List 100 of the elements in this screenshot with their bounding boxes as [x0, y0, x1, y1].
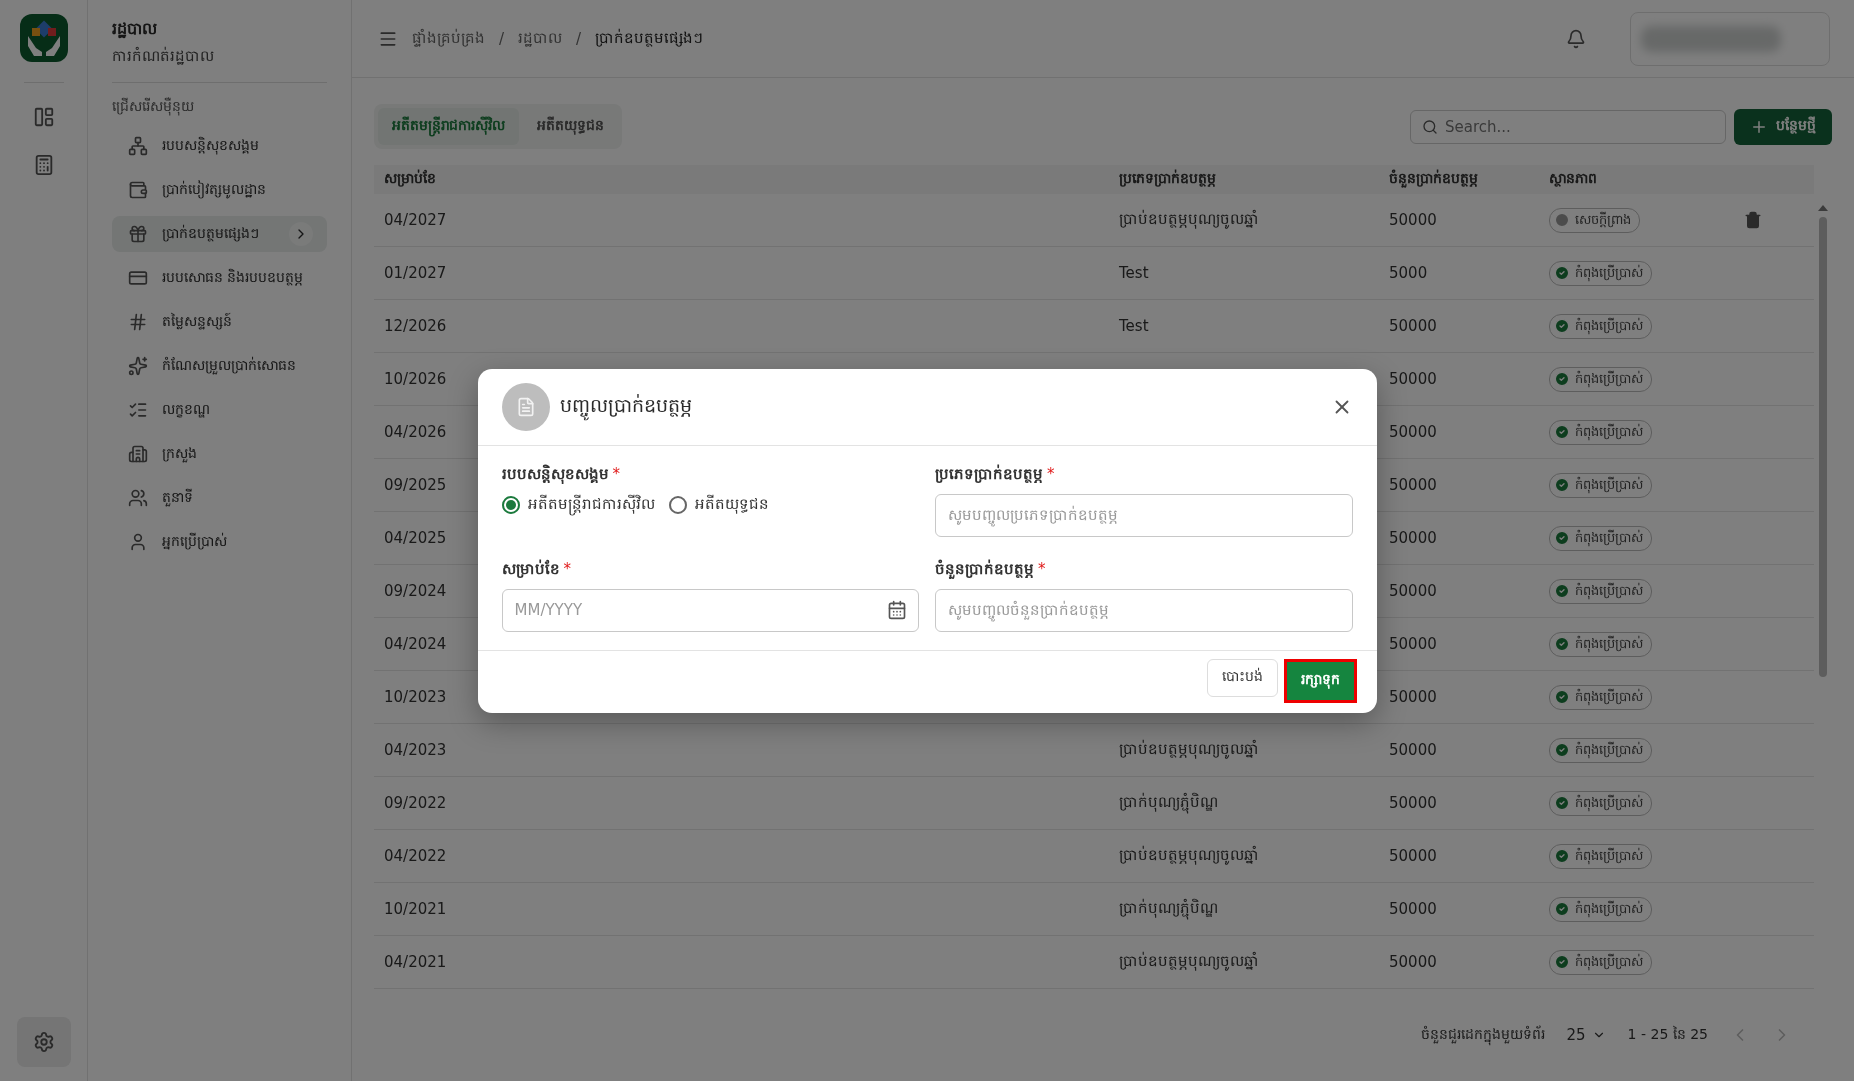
table-cell-text: 50000: [1389, 635, 1438, 653]
bell-icon: [1566, 28, 1586, 49]
table-cell-text: 04/2022: [384, 847, 448, 865]
field-label: របបសន្តិសុខសង្គម: [501, 463, 609, 486]
breadcrumb-link[interactable]: រដ្ឋបាល: [518, 27, 563, 50]
menu-item-icon: [128, 444, 148, 464]
menu-item-icon: [128, 268, 148, 288]
status-badge: កំពុងប្រើប្រាស់: [1549, 790, 1652, 816]
radio-option[interactable]: អតីតមន្ត្រីរាជការស៊ីវិល: [501, 493, 655, 516]
sidebar-item[interactable]: អ្នកប្រើប្រាស់: [112, 524, 327, 560]
check-icon: [1554, 795, 1570, 811]
input-field[interactable]: សូមបញ្ចូលប្រភេទប្រាក់ឧបត្ថម្ភ: [935, 493, 1353, 537]
menu-item-icon: [128, 488, 148, 508]
status-badge: កំពុងប្រើប្រាស់: [1549, 843, 1652, 869]
search-field[interactable]: Search...: [1410, 109, 1726, 144]
table-cell-text: 50000: [1389, 847, 1438, 865]
table-cell-text: 10/2023: [384, 688, 448, 706]
status-badge: កំពុងប្រើប្រាស់: [1549, 684, 1652, 710]
trash-icon: [1744, 211, 1762, 229]
table-cell-text: 04/2025: [384, 529, 448, 547]
table-cell-text: 01/2027: [384, 264, 448, 282]
menu-item-icon: [128, 400, 148, 420]
save-button[interactable]: រក្សាទុក: [1283, 658, 1357, 703]
table-cell-text: 50000: [1389, 953, 1438, 971]
check-icon: [1554, 371, 1570, 387]
table-cell-text: 50000: [1389, 370, 1438, 388]
table-cell-text: ប្រាប់ឧបត្ថម្ភបុណ្យចូលឆ្នាំ: [1119, 951, 1260, 973]
table-cell-text: Test: [1119, 264, 1150, 282]
layout-icon: [32, 106, 55, 128]
breadcrumb-separator: /: [499, 29, 505, 48]
check-icon: [1554, 265, 1570, 281]
scrollbar-thumb[interactable]: [1819, 217, 1827, 677]
sidebar-item[interactable]: របបសន្តិសុខសង្គម: [112, 128, 327, 164]
scroll-up-icon[interactable]: [1818, 205, 1828, 211]
status-badge: កំពុងប្រើប្រាស់: [1549, 366, 1652, 392]
status-badge: កំពុងប្រើប្រាស់: [1549, 896, 1652, 922]
sidebar-item[interactable]: ក្រសួង: [112, 436, 327, 472]
table-cell-text: 04/2026: [384, 423, 448, 441]
status-badge: កំពុងប្រើប្រាស់: [1549, 631, 1652, 657]
field-label: ចំនួនប្រាក់ឧបត្ថម្ភ: [935, 558, 1034, 581]
status-badge: កំពុងប្រើប្រាស់: [1549, 578, 1652, 604]
check-icon: [1554, 530, 1570, 546]
table-cell-text: 04/2024: [384, 635, 448, 653]
date-field[interactable]: MM/YYYY: [501, 588, 919, 632]
sidebar-item[interactable]: កំណែសម្រួលប្រាក់សោធន: [112, 348, 327, 384]
table-cell-text: 50000: [1389, 688, 1438, 706]
menu-item-icon: [128, 224, 148, 244]
menu-item-icon: [128, 312, 148, 332]
table-cell-text: 50000: [1389, 741, 1438, 759]
check-icon: [1554, 742, 1570, 758]
status-badge: សេចក្តីព្រាង: [1549, 207, 1640, 233]
sidebar-item[interactable]: តួនាទី: [112, 480, 327, 516]
check-icon: [1554, 318, 1570, 334]
dialog-title: បញ្ចូលប្រាក់ឧបត្ថម្ភ: [559, 392, 1321, 421]
rows-per-page-select[interactable]: 25: [1566, 1026, 1606, 1044]
calendar-icon[interactable]: [887, 600, 907, 620]
sidebar-item[interactable]: ប្រាក់ឧបត្ថមផ្សេងៗ: [112, 216, 327, 252]
field-label: ប្រភេទប្រាក់ឧបត្ថម្ភ: [935, 463, 1043, 485]
cancel-button[interactable]: បោះបង់: [1206, 658, 1278, 697]
input-field[interactable]: សូមបញ្ចូលចំនួនប្រាក់ឧបត្ថម្ភ: [935, 588, 1353, 632]
chevron-icon: [289, 222, 313, 246]
table-cell-text: 10/2026: [384, 370, 448, 388]
rows-per-page-label: ចំនួនជួរដេកក្នុងមួយទំព័រ: [1420, 1024, 1545, 1046]
breadcrumb-link[interactable]: ផ្ទាំងគ្រប់គ្រង: [412, 27, 485, 50]
add-button[interactable]: បន្ថែមថ្មី: [1734, 108, 1832, 145]
table-cell-text: 50000: [1389, 900, 1438, 918]
table-cell-text: 50000: [1389, 529, 1438, 547]
table-cell-text: 5000: [1389, 264, 1429, 282]
table-cell-text: 09/2025: [384, 476, 448, 494]
table-cell-text: ប្រាប់ឧបត្ថម្ភបុណ្យចូលឆ្នាំ: [1119, 739, 1260, 761]
table-cell-text: 04/2027: [384, 211, 448, 229]
table-cell-text: 50000: [1389, 582, 1438, 600]
check-icon: [1554, 424, 1570, 440]
required-mark: *: [563, 559, 571, 578]
settings-button[interactable]: [16, 1017, 71, 1067]
table-cell-text: ប្រាប់ឧបត្ថម្ភបុណ្យចូលឆ្នាំ: [1119, 845, 1260, 867]
table-cell: ប្រាក់បុណ្យភ្ជុំបិណ្ឌ: [1119, 898, 1389, 920]
app-title: រដ្ឋបាល: [112, 18, 158, 41]
status-badge: កំពុងប្រើប្រាស់: [1549, 949, 1652, 975]
sidebar-item[interactable]: លក្ខខណ្ឌ: [112, 392, 327, 428]
menu-item-icon: [128, 180, 148, 200]
table-cell-text: 04/2023: [384, 741, 448, 759]
tab[interactable]: អតីតយុទ្ធជន: [523, 108, 618, 145]
logo: [19, 14, 68, 62]
column-header: ប្រភេទប្រាក់ឧបត្ថម្ភ: [1119, 169, 1217, 189]
check-icon: [1554, 689, 1570, 705]
status-badge: កំពុងប្រើប្រាស់: [1549, 313, 1652, 339]
page-range: 1 - 25 នៃ 25: [1627, 1024, 1708, 1044]
table-cell-text: 50000: [1389, 476, 1438, 494]
table-cell-text: ប្រាប់ឧបត្ថម្ភបុណ្យចូលឆ្នាំ: [1119, 209, 1260, 231]
required-mark: *: [1047, 464, 1055, 483]
table-cell-text: 50000: [1389, 211, 1438, 229]
sidebar-item[interactable]: របបសោធន និងរបបឧបត្ថម្ភ: [112, 260, 327, 296]
tab[interactable]: អតីតមន្ត្រីរាជការស៊ីវិល: [378, 108, 519, 145]
notifications-button[interactable]: [1566, 28, 1586, 49]
radio-option[interactable]: អតីតយុទ្ធជន: [668, 493, 769, 516]
sidebar-item[interactable]: ប្រាក់បៀវត្សមូលដ្ឋាន: [112, 172, 327, 208]
sidebar-item[interactable]: តម្លៃសន្ទស្សន៍: [112, 304, 327, 340]
field-label: សម្រាប់ខែ: [501, 558, 560, 580]
required-mark: *: [1038, 559, 1046, 578]
